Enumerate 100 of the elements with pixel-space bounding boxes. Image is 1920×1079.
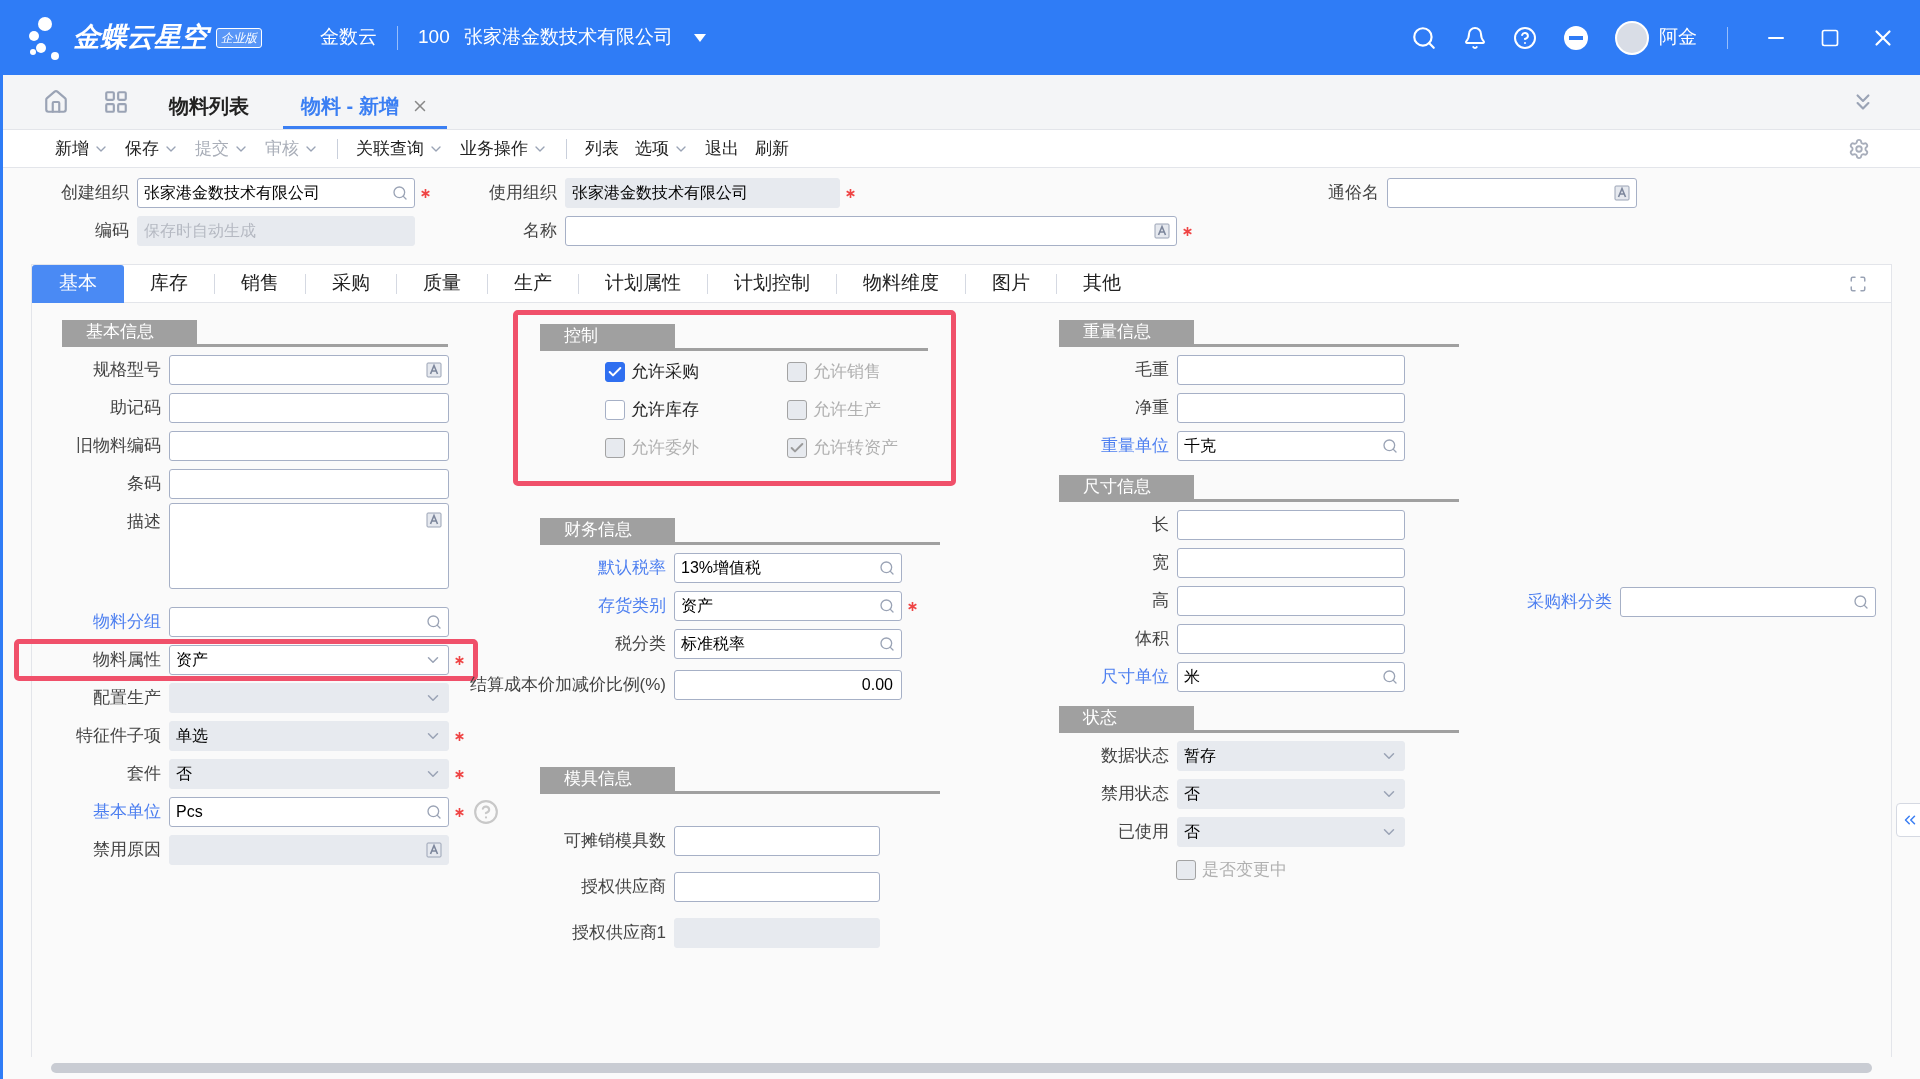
- input-field[interactable]: [169, 607, 449, 637]
- search-icon[interactable]: [1853, 594, 1869, 610]
- select-field[interactable]: 资产: [169, 645, 449, 675]
- input-field[interactable]: 标准税率: [674, 629, 902, 659]
- dropdown-caret-icon[interactable]: [692, 32, 707, 43]
- search-icon[interactable]: [879, 560, 895, 576]
- toolbar-button[interactable]: 保存: [117, 133, 187, 164]
- toolbar-button[interactable]: 新增: [47, 133, 117, 164]
- search-icon[interactable]: [392, 185, 408, 201]
- field-label[interactable]: 尺寸单位: [1101, 664, 1169, 690]
- text-area[interactable]: [169, 503, 449, 589]
- multilanguage-icon[interactable]: [1154, 223, 1170, 239]
- field-label[interactable]: 物料分组: [93, 609, 161, 635]
- form-tab[interactable]: 计划控制: [708, 264, 836, 303]
- field-label: 体积: [1135, 628, 1169, 651]
- checkbox[interactable]: [605, 362, 625, 382]
- form-tab[interactable]: 质量: [397, 264, 487, 303]
- field-label: 净重: [1135, 397, 1169, 420]
- horizontal-scrollbar[interactable]: [51, 1063, 1872, 1073]
- input-field[interactable]: [1177, 624, 1405, 654]
- field-label: 结算成本价加减价比例(%): [469, 674, 666, 697]
- section-title: 状态: [1059, 706, 1194, 730]
- input-field[interactable]: [1177, 510, 1405, 540]
- input-field[interactable]: 千克: [1177, 431, 1405, 461]
- input-field[interactable]: 资产: [674, 591, 902, 621]
- form-tab[interactable]: 物料维度: [837, 264, 965, 303]
- input-field[interactable]: 张家港金数技术有限公司: [137, 178, 415, 208]
- form-tab[interactable]: 库存: [124, 264, 214, 303]
- checkbox[interactable]: [605, 400, 625, 420]
- grid-icon[interactable]: [103, 89, 129, 115]
- help-icon[interactable]: [473, 799, 499, 825]
- toolbar-button[interactable]: 列表: [577, 133, 627, 164]
- search-icon[interactable]: [426, 804, 442, 820]
- search-icon[interactable]: [879, 598, 895, 614]
- field-label: 授权供应商1: [571, 922, 666, 945]
- edition-badge: 企业版: [216, 27, 262, 48]
- input-field[interactable]: [169, 431, 449, 461]
- input-field[interactable]: 0.00: [674, 670, 902, 700]
- field-label[interactable]: 基本单位: [93, 799, 161, 825]
- field-label[interactable]: 默认税率: [598, 555, 666, 581]
- home-icon[interactable]: [43, 89, 69, 115]
- form-tab[interactable]: 图片: [966, 264, 1056, 303]
- search-icon[interactable]: [426, 614, 442, 630]
- fullscreen-icon[interactable]: [1849, 274, 1867, 293]
- multilanguage-icon[interactable]: [1614, 185, 1630, 201]
- form-tab[interactable]: 其他: [1057, 264, 1147, 303]
- data-center-label[interactable]: 金数云: [320, 23, 377, 52]
- field-label[interactable]: 采购料分类: [1527, 589, 1612, 615]
- field-label: 描述: [127, 511, 161, 533]
- form-tab[interactable]: 计划属性: [579, 264, 707, 303]
- org-code[interactable]: 100: [418, 23, 450, 52]
- input-field[interactable]: 13%增值税: [674, 553, 902, 583]
- field-label: 禁用状态: [1101, 783, 1169, 806]
- toolbar-button[interactable]: 关联查询: [348, 133, 452, 164]
- field-label: 特征件子项: [76, 725, 161, 748]
- toolbar-button[interactable]: 刷新: [747, 133, 797, 164]
- page-tab[interactable]: 物料列表: [151, 85, 267, 129]
- bell-icon[interactable]: [1463, 25, 1487, 50]
- checkbox-label: 允许销售: [813, 361, 881, 384]
- input-field[interactable]: [1387, 178, 1637, 208]
- input-field[interactable]: [169, 469, 449, 499]
- section-title: 财务信息: [540, 518, 675, 542]
- search-icon[interactable]: [879, 636, 895, 652]
- search-icon[interactable]: [1411, 24, 1437, 51]
- search-icon[interactable]: [1382, 438, 1398, 454]
- user-avatar[interactable]: [1615, 20, 1649, 55]
- input-field[interactable]: [1177, 393, 1405, 423]
- input-field[interactable]: [565, 216, 1177, 246]
- input-field[interactable]: 米: [1177, 662, 1405, 692]
- toolbar-button[interactable]: 退出: [697, 133, 747, 164]
- input-field[interactable]: [1177, 586, 1405, 616]
- input-field[interactable]: [674, 826, 880, 856]
- collapse-panel-button[interactable]: [1896, 803, 1920, 837]
- field-label: 毛重: [1135, 359, 1169, 382]
- settings-icon[interactable]: [1848, 137, 1870, 160]
- multilanguage-icon[interactable]: [426, 512, 442, 528]
- minus-circle-icon[interactable]: [1563, 24, 1589, 51]
- input-field[interactable]: [1177, 548, 1405, 578]
- input-field[interactable]: [169, 355, 449, 385]
- field-label[interactable]: 重量单位: [1101, 433, 1169, 459]
- field-label: 已使用: [1118, 821, 1169, 844]
- field-label: 税分类: [615, 633, 666, 656]
- user-name[interactable]: 阿金: [1659, 23, 1697, 52]
- org-name[interactable]: 张家港金数技术有限公司: [463, 23, 673, 52]
- input-field[interactable]: [674, 872, 880, 902]
- input-field[interactable]: [169, 393, 449, 423]
- form-tab[interactable]: 销售: [215, 264, 305, 303]
- checkbox-label: 允许生产: [813, 399, 881, 422]
- form-tab[interactable]: 采购: [306, 264, 396, 303]
- field-label[interactable]: 存货类别: [598, 593, 666, 619]
- form-tab[interactable]: 生产: [488, 264, 578, 303]
- toolbar-button[interactable]: 选项: [627, 133, 697, 164]
- maximize-icon[interactable]: [1820, 27, 1840, 48]
- field-label: 宽: [1152, 552, 1169, 575]
- toolbar-button[interactable]: 业务操作: [452, 133, 556, 164]
- search-icon[interactable]: [1382, 669, 1398, 685]
- input-field[interactable]: Pcs: [169, 797, 449, 827]
- multilanguage-icon[interactable]: [426, 362, 442, 378]
- input-field[interactable]: [1620, 587, 1876, 617]
- input-field[interactable]: [1177, 355, 1405, 385]
